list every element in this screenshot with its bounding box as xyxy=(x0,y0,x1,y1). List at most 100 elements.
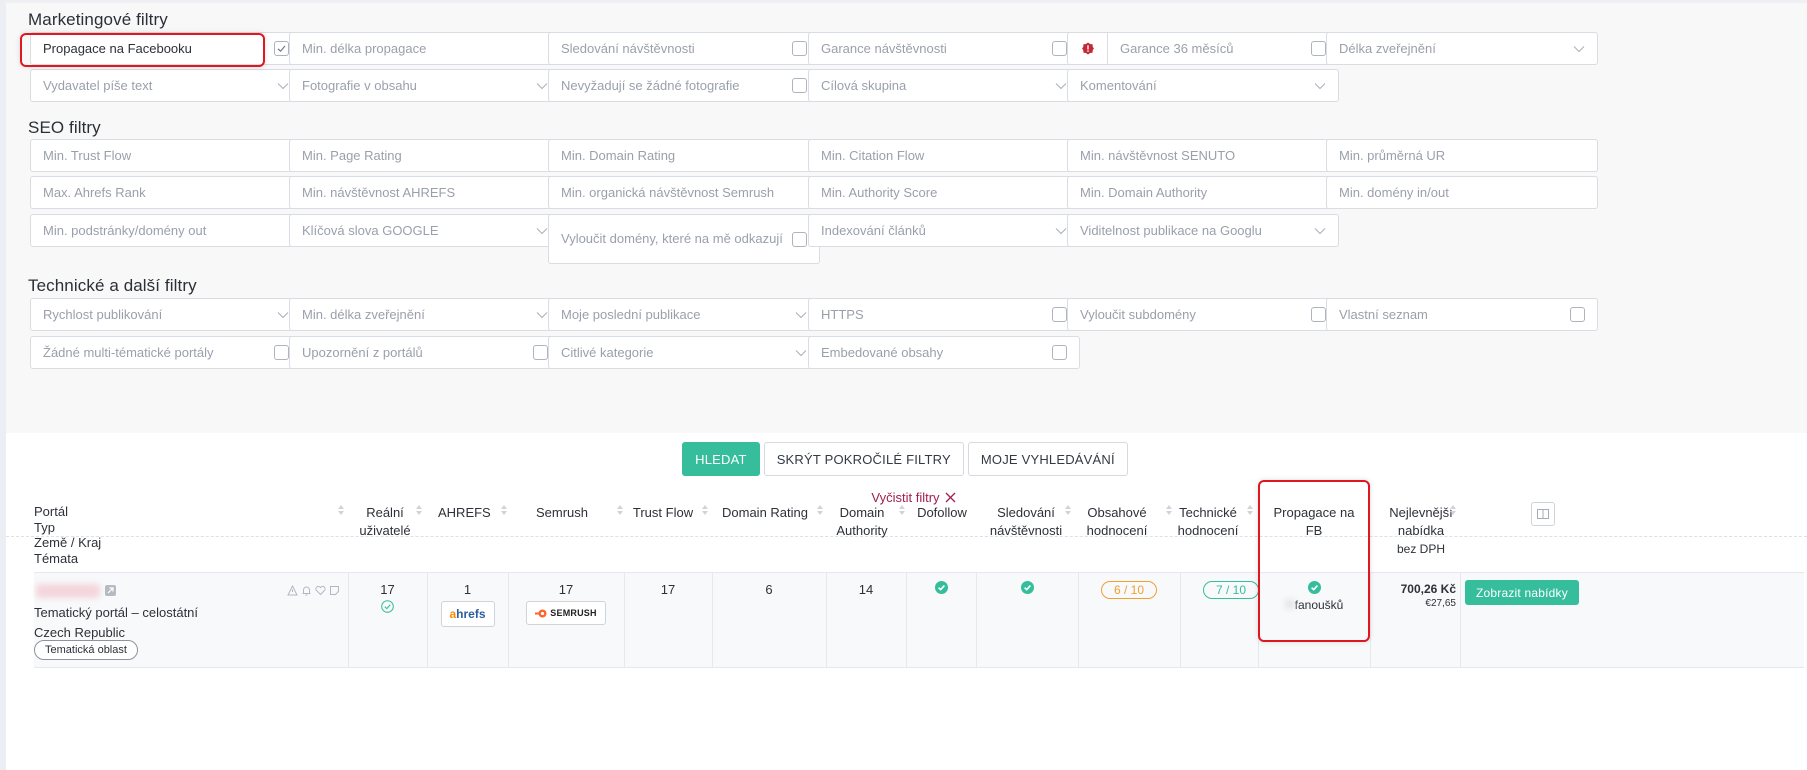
hide-advanced-filters-button[interactable]: SKRÝT POKROČILÉ FILTRY xyxy=(763,442,964,476)
sort-icon[interactable] xyxy=(1165,504,1173,516)
filter-rychlost-publikovani[interactable]: Rychlost publikování xyxy=(30,298,302,331)
section-divider xyxy=(6,536,1807,537)
filter-embedovane-obsahy[interactable]: Embedované obsahy xyxy=(808,336,1080,369)
sort-icon[interactable] xyxy=(1246,504,1254,516)
header-domain-authority[interactable]: Domain Authority xyxy=(834,504,890,540)
sort-icon[interactable] xyxy=(1064,504,1072,516)
checkbox[interactable] xyxy=(1311,41,1326,56)
check-circle-icon xyxy=(1307,581,1321,594)
topic-tag[interactable]: Tematická oblast xyxy=(34,640,138,660)
sort-icon[interactable] xyxy=(701,504,709,516)
header-traffic-tracking[interactable]: Sledování návštěvnosti xyxy=(988,504,1064,540)
column-divider xyxy=(1460,572,1461,668)
sort-icon[interactable] xyxy=(816,504,824,516)
filter-sledovani-navstevnosti[interactable]: Sledování návštěvnosti xyxy=(548,32,820,65)
header-ahrefs[interactable]: AHREFS xyxy=(438,504,491,522)
checkbox[interactable] xyxy=(1311,307,1326,322)
checkbox[interactable] xyxy=(533,345,548,360)
filter-min-organicka-navstevnost-semrush[interactable]: Min. organická návštěvnost Semrush xyxy=(548,176,820,209)
filter-vyloucit-subdomeny[interactable]: Vyloučit subdomény xyxy=(1067,298,1339,331)
sort-icon[interactable] xyxy=(898,504,906,516)
filter-https[interactable]: HTTPS xyxy=(808,298,1080,331)
filter-min-authority-score[interactable]: Min. Authority Score xyxy=(808,176,1080,209)
sort-icon[interactable] xyxy=(415,504,423,516)
header-technical-rating[interactable]: Technické hodnocení xyxy=(1176,504,1240,540)
sort-icon[interactable] xyxy=(1449,504,1457,516)
header-dofollow: Dofollow xyxy=(914,504,970,522)
header-domain-rating[interactable]: Domain Rating xyxy=(722,504,808,522)
note-icon[interactable] xyxy=(329,585,340,596)
filter-viditelnost-publikace-na-googlu[interactable]: Viditelnost publikace na Googlu xyxy=(1067,214,1339,247)
filter-indexovani-clanku[interactable]: Indexování článků xyxy=(808,214,1080,247)
sort-icon[interactable] xyxy=(616,504,624,516)
filter-label: Citlivé kategorie xyxy=(561,345,654,360)
filter-nevyzaduji-se-zadne-fotografie[interactable]: Nevyžadují se žádné fotografie xyxy=(548,69,820,102)
filter-min-domain-authority[interactable]: Min. Domain Authority xyxy=(1067,176,1339,209)
filter-min-citation-flow[interactable]: Min. Citation Flow xyxy=(808,139,1080,172)
column-settings-button[interactable] xyxy=(1531,502,1555,526)
checkbox[interactable] xyxy=(1570,307,1585,322)
filter-label: Garance 36 měsíců xyxy=(1120,41,1234,56)
filter-min-prumerna-ur[interactable]: Min. průměrná UR xyxy=(1326,139,1598,172)
sort-icon[interactable] xyxy=(500,504,508,516)
filter-min-podstranky-domeny-out[interactable]: Min. podstránky/domény out xyxy=(30,214,302,247)
checkbox[interactable] xyxy=(792,231,807,247)
checkbox[interactable] xyxy=(1052,41,1067,56)
filter-min-navstevnost-senuto[interactable]: Min. návštěvnost SENUTO xyxy=(1067,139,1339,172)
filter-min-domeny-in-out[interactable]: Min. domény in/out xyxy=(1326,176,1598,209)
dofollow-cell xyxy=(906,581,976,597)
filter-garance-36-mesicu[interactable]: Garance 36 měsíců xyxy=(1067,32,1339,65)
filter-vlastni-seznam[interactable]: Vlastní seznam xyxy=(1326,298,1598,331)
checkbox[interactable] xyxy=(274,345,289,360)
header-line: Domain Rating xyxy=(722,505,808,520)
header-portal[interactable]: Portál Typ Země / Kraj Témata xyxy=(34,504,101,566)
sort-icon[interactable] xyxy=(337,504,345,516)
filter-delka-zverejneni[interactable]: Délka zveřejnění xyxy=(1326,32,1598,65)
filter-zadne-multi-tematicke-portaly[interactable]: Žádné multi-tématické portály xyxy=(30,336,302,369)
warning-icon[interactable] xyxy=(287,585,298,596)
technical-rating-badge: 7 / 10 xyxy=(1202,581,1260,599)
checkbox[interactable] xyxy=(274,41,289,56)
external-link-icon[interactable] xyxy=(105,585,116,596)
filter-label: Min. domény in/out xyxy=(1339,185,1449,200)
filter-min-delka-propagace[interactable]: Min. délka propagace xyxy=(289,32,561,65)
show-offers-button[interactable]: Zobrazit nabídky xyxy=(1465,580,1579,605)
header-semrush[interactable]: Semrush xyxy=(522,504,602,522)
portal-name-blurred[interactable] xyxy=(36,584,100,598)
checkbox[interactable] xyxy=(1052,307,1067,322)
checkbox[interactable] xyxy=(792,78,807,93)
header-cheapest-offer[interactable]: Nejlevnější nabídka bez DPH xyxy=(1385,504,1457,558)
ahrefs-logo-button[interactable]: ahrefs xyxy=(440,601,495,627)
filter-propagace-na-facebooku[interactable]: Propagace na Facebooku xyxy=(30,32,302,65)
filter-fotografie-v-obsahu[interactable]: Fotografie v obsahu xyxy=(289,69,561,102)
search-button[interactable]: HLEDAT xyxy=(682,442,760,476)
header-real-users[interactable]: Reální uživatelé xyxy=(355,504,415,540)
filter-min-trust-flow[interactable]: Min. Trust Flow xyxy=(30,139,302,172)
bell-icon[interactable] xyxy=(301,585,312,596)
filter-vydavatel-pise-text[interactable]: Vydavatel píše text xyxy=(30,69,302,102)
filter-citlive-kategorie[interactable]: Citlivé kategorie xyxy=(548,336,820,369)
filter-min-page-rating[interactable]: Min. Page Rating xyxy=(289,139,561,172)
my-searches-button[interactable]: MOJE VYHLEDÁVÁNÍ xyxy=(967,442,1128,476)
header-line: bez DPH xyxy=(1396,542,1446,556)
header-trust-flow[interactable]: Trust Flow xyxy=(630,504,696,522)
filter-vyloucit-domeny-ktere-na-me-odkazuji[interactable]: Vyloučit domény, které na mě odkazují xyxy=(548,214,820,264)
heart-icon[interactable] xyxy=(315,585,326,596)
filter-moje-posledni-publikace[interactable]: Moje poslední publikace xyxy=(548,298,820,331)
filter-klicova-slova-google[interactable]: Klíčová slova GOOGLE xyxy=(289,214,561,247)
semrush-logo-button[interactable]: SEMRUSH xyxy=(526,601,606,625)
filter-cilova-skupina[interactable]: Cílová skupina xyxy=(808,69,1080,102)
filter-min-navstevnost-ahrefs[interactable]: Min. návštěvnost AHREFS xyxy=(289,176,561,209)
checkbox[interactable] xyxy=(1052,345,1067,360)
checkbox[interactable] xyxy=(792,41,807,56)
filter-komentovani[interactable]: Komentování xyxy=(1067,69,1339,102)
filter-upozorneni-z-portalu[interactable]: Upozornění z portálů xyxy=(289,336,561,369)
filter-min-delka-zverejneni[interactable]: Min. délka zveřejnění xyxy=(289,298,561,331)
filter-max-ahrefs-rank[interactable]: Max. Ahrefs Rank xyxy=(30,176,302,209)
filter-label: Vyloučit domény, které na mě odkazují xyxy=(561,231,783,246)
header-portal-line: Portál xyxy=(34,504,68,519)
semrush-flame-icon xyxy=(535,609,547,617)
filter-garance-navstevnosti[interactable]: Garance návštěvnosti xyxy=(808,32,1080,65)
filter-min-domain-rating[interactable]: Min. Domain Rating xyxy=(548,139,820,172)
header-content-rating[interactable]: Obsahové hodnocení xyxy=(1085,504,1149,540)
